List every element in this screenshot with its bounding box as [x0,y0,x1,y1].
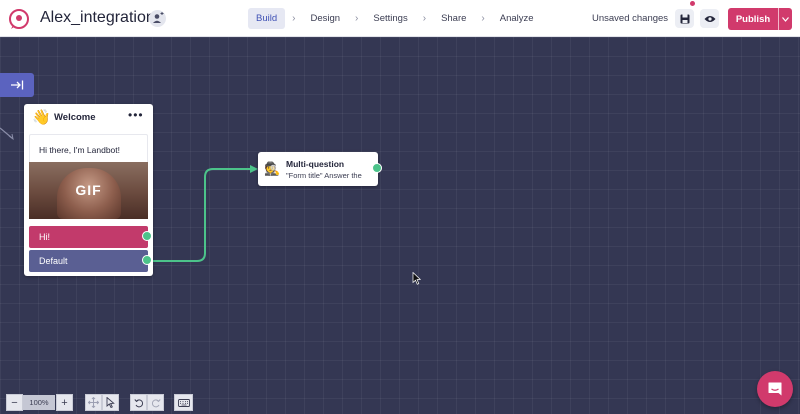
tab-design[interactable]: Design [302,8,348,29]
pointer-tool-button[interactable] [102,394,119,411]
nav-separator: › [355,13,359,24]
add-user-icon [153,12,164,23]
publish-options-button[interactable] [778,8,792,30]
nav-separator: › [481,13,485,24]
message-bubble[interactable]: Hi there, I'm Landbot! [29,134,148,164]
preview-button[interactable] [700,9,719,28]
save-status: Unsaved changes [592,13,669,24]
tab-settings[interactable]: Settings [365,8,415,29]
block-title: Multi-question [286,159,345,169]
logo-icon[interactable] [8,8,30,30]
undo-button[interactable] [130,394,147,411]
nav-separator: › [422,13,427,24]
notification-dot [690,1,695,6]
mouse-cursor-icon [412,272,421,285]
add-user-button[interactable] [149,10,166,27]
chat-support-button[interactable] [757,371,793,407]
pointer-tool-icon [106,397,115,408]
bot-title[interactable]: Alex_integration [40,9,155,27]
message-text: Hi there, I'm Landbot! [39,145,120,155]
move-tool-button[interactable] [85,394,102,411]
block-title: Welcome [54,112,96,123]
redo-icon [151,398,161,407]
multi-question-block[interactable]: 🕵 Multi-question "Form title" Answer the [258,152,378,186]
collapse-panel-button[interactable] [0,73,34,97]
collapse-panel-icon [11,80,24,90]
redo-button[interactable] [147,394,164,411]
waving-hand-icon: 👋 [32,109,51,126]
zoom-out-button[interactable]: − [6,394,23,411]
reply-button-default[interactable]: Default [29,250,148,272]
output-port-default[interactable] [142,255,152,265]
output-port-hi[interactable] [142,231,152,241]
keyboard-shortcuts-button[interactable] [174,394,193,411]
tab-analyze[interactable]: Analyze [492,8,542,29]
keyboard-icon [177,398,190,407]
publish-button[interactable]: Publish [728,8,778,30]
zoom-level: 100% [23,395,55,410]
preview-icon [704,15,715,22]
block-subtitle: "Form title" Answer the [286,171,362,180]
save-icon [680,14,689,23]
gif-label: GIF [75,182,102,198]
move-tool-icon [88,397,99,408]
top-bar: Alex_integration Build › Design › Settin… [0,0,800,37]
gif-preview[interactable]: GIF [29,162,148,219]
undo-icon [133,398,143,407]
nav-separator: › [292,13,296,24]
output-port-multi-question[interactable] [372,163,382,173]
block-menu-button[interactable]: ••• [128,108,144,122]
chat-icon [768,382,782,396]
chevron-down-icon [782,16,789,22]
detective-icon: 🕵 [264,161,281,176]
tab-share[interactable]: Share [433,8,474,29]
main-nav: Build › Design › Settings › Share › Anal… [248,8,542,29]
zoom-in-button[interactable]: + [56,394,73,411]
tab-build[interactable]: Build [248,8,286,29]
reply-button-hi[interactable]: Hi! [29,226,148,248]
welcome-block[interactable]: 👋 Welcome ••• Hi there, I'm Landbot! GIF… [24,104,153,276]
save-button[interactable] [675,9,694,28]
